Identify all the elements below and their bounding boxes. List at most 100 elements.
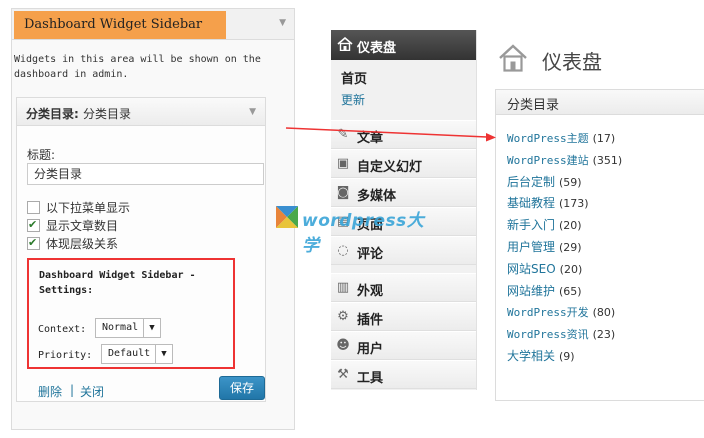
logo-icon (276, 206, 298, 228)
widget-header-title: 分类目录: 分类目录 (26, 107, 132, 121)
menu-item-plugins[interactable]: ⚙ 插件 (331, 302, 476, 331)
category-link[interactable]: WordPress开发 (507, 306, 589, 319)
watermark-text: wordpress大学 (302, 211, 425, 256)
checkbox-hierarchy[interactable] (27, 237, 40, 250)
priority-label: Priority: (38, 350, 93, 361)
checkbox-show-count-row[interactable]: 显示文章数目 (27, 218, 118, 234)
category-link[interactable]: 网站SEO (507, 262, 556, 276)
chevron-down-icon: ▼ (143, 319, 160, 337)
menu-item-label: 插件 (357, 313, 384, 328)
widget-toggle-icon[interactable]: ▼ (249, 107, 256, 117)
menu-update[interactable]: 更新 (341, 91, 365, 108)
category-item: WordPress建站 (351) (507, 150, 704, 172)
priority-select[interactable]: Default ▼ (101, 344, 173, 364)
menu-item-posts[interactable]: ✎ 文章 (331, 120, 476, 149)
category-link[interactable]: 大学相关 (507, 349, 555, 363)
collapse-arrow-icon[interactable]: ▼ (279, 18, 286, 28)
menu-item-appearance[interactable]: ▥ 外观 (331, 273, 476, 302)
users-icon: ☻ (336, 338, 350, 353)
title-label: 标题: (27, 148, 56, 162)
category-count: (59) (559, 175, 582, 189)
settings-highlight-box: Dashboard Widget Sidebar - Settings: Con… (27, 258, 235, 369)
category-item: 网站维护 (65) (507, 281, 704, 303)
context-label: Context: (38, 324, 87, 335)
checkbox-show-count[interactable] (27, 219, 40, 232)
context-select-value: Normal (102, 322, 139, 333)
category-item: 用户管理 (29) (507, 237, 704, 259)
categories-box: 分类目录 WordPress主题 (17) WordPress建站 (351) 后台定制… (495, 89, 704, 401)
category-item: WordPress开发 (80) (507, 302, 704, 324)
menu-item-users[interactable]: ☻ 用户 (331, 331, 476, 360)
plugin-icon: ⚙ (337, 309, 349, 324)
checkbox-hierarchy-row[interactable]: 体现层级关系 (27, 236, 118, 252)
category-link[interactable]: 网站维护 (507, 284, 555, 298)
category-link[interactable]: WordPress主题 (507, 132, 589, 145)
category-count: (65) (559, 284, 582, 298)
widget-header-name: 分类目录 (26, 107, 75, 121)
category-count: (29) (559, 240, 582, 254)
menu-item-media[interactable]: ◙ 多媒体 (331, 178, 476, 207)
category-link[interactable]: WordPress建站 (507, 154, 589, 167)
pin-icon: ✎ (337, 127, 349, 142)
media-icon: ◙ (336, 185, 350, 200)
category-count: (23) (592, 328, 616, 342)
menu-home[interactable]: 首页 (341, 68, 367, 87)
menu-item-label: 工具 (357, 371, 384, 386)
categories-box-header[interactable]: 分类目录 (496, 90, 704, 115)
link-separator: | (70, 383, 75, 397)
page-title: 仪表盘 (542, 50, 602, 74)
checkbox-dropdown[interactable] (27, 201, 40, 214)
checkbox-dropdown-label: 以下拉菜单显示 (46, 201, 131, 215)
sidebar-title: Dashboard Widget Sidebar (14, 11, 226, 39)
category-link[interactable]: 新手入门 (507, 218, 555, 232)
category-item: 基础教程 (173) (507, 193, 704, 215)
category-link[interactable]: 用户管理 (507, 240, 555, 254)
category-count: (173) (559, 197, 589, 211)
settings-title: Dashboard Widget Sidebar - Settings: (39, 270, 196, 296)
menu-dashboard-label: 仪表盘 (357, 41, 397, 56)
sidebar-title-bar[interactable]: Dashboard Widget Sidebar ▼ (12, 9, 294, 40)
home-icon (499, 44, 527, 72)
sidebar-description: Widgets in this area will be shown on th… (14, 54, 261, 80)
menu-item-slides[interactable]: ▣ 自定义幻灯 (331, 149, 476, 178)
close-link[interactable]: 关闭 (80, 383, 104, 400)
menu-item-label: 自定义幻灯 (357, 160, 423, 175)
category-item: WordPress主题 (17) (507, 128, 704, 150)
slides-icon: ▣ (336, 156, 350, 171)
checkbox-show-count-label: 显示文章数目 (46, 219, 119, 233)
menu-dashboard[interactable]: 仪表盘 (331, 30, 476, 60)
category-item: 后台定制 (59) (507, 172, 704, 194)
category-count: (17) (592, 132, 616, 145)
category-count: (20) (559, 219, 582, 233)
category-item: 新手入门 (20) (507, 215, 704, 237)
category-list: WordPress主题 (17) WordPress建站 (351) 后台定制 (59) 基… (507, 128, 704, 368)
menu-item-label: 外观 (357, 284, 384, 299)
title-input[interactable]: 分类目录 (27, 163, 264, 185)
context-select[interactable]: Normal ▼ (95, 318, 161, 338)
menu-item-tools[interactable]: ⚒ 工具 (331, 360, 476, 389)
categories-box-title: 分类目录 (507, 98, 560, 113)
save-button[interactable]: 保存 (219, 376, 265, 400)
category-link[interactable]: WordPress资讯 (507, 328, 589, 341)
priority-select-value: Default (108, 348, 151, 359)
widget-header-subtitle: 分类目录 (83, 107, 132, 121)
chevron-down-icon: ▼ (155, 345, 172, 363)
category-link[interactable]: 后台定制 (507, 175, 555, 189)
category-link[interactable]: 基础教程 (507, 196, 555, 210)
menu-item-label: 多媒体 (357, 189, 397, 204)
category-count: (80) (592, 306, 616, 320)
tools-icon: ⚒ (337, 367, 349, 382)
home-icon (337, 37, 353, 51)
checkbox-dropdown-row[interactable]: 以下拉菜单显示 (27, 200, 130, 216)
category-count: (351) (592, 153, 623, 167)
category-count: (20) (559, 262, 583, 276)
checkbox-hierarchy-label: 体现层级关系 (46, 237, 119, 251)
menu-item-label: 用户 (357, 342, 384, 357)
widget-header[interactable]: 分类目录: 分类目录 ▼ (17, 98, 265, 126)
category-item: 大学相关 (9) (507, 346, 704, 368)
category-count: (9) (559, 349, 575, 363)
delete-link[interactable]: 删除 (38, 383, 62, 400)
category-item: WordPress资讯 (23) (507, 324, 704, 346)
dashboard-main: 仪表盘 分类目录 WordPress主题 (17) WordPress建站 (351)… (477, 30, 704, 401)
appearance-icon: ▥ (336, 280, 350, 295)
